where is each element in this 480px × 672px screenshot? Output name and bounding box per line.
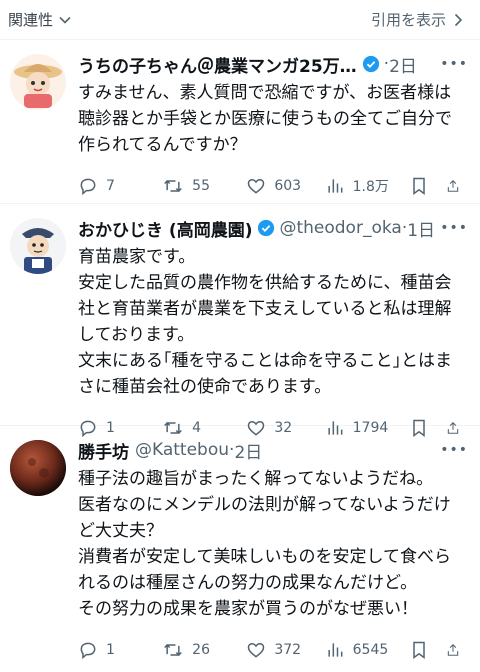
like-count: 372 xyxy=(274,642,302,658)
avatar-illustration xyxy=(10,218,66,274)
reply-tweet[interactable]: うちの子ちゃん＠農業マンガ25万… · 2日 ••• すみません、素人質問で恐縮… xyxy=(0,40,480,204)
timestamp[interactable]: 1日 xyxy=(407,216,435,241)
action-bar: 7 55 603 1.8万 xyxy=(78,164,468,208)
heart-icon xyxy=(248,642,265,658)
author-handle[interactable]: @theodor_oka xyxy=(279,218,401,238)
chevron-down-icon xyxy=(59,16,71,24)
heart-icon xyxy=(248,178,265,194)
like-button[interactable]: 372 xyxy=(246,640,324,660)
avatar[interactable] xyxy=(10,440,66,496)
author-name[interactable]: おかひじき (高岡農園) xyxy=(78,216,252,241)
more-options-icon[interactable]: ••• xyxy=(440,442,468,458)
tweet-text: 種子法の趣旨がまったく解ってないようだね。 医者なのにメンデルの法則が解ってない… xyxy=(78,469,451,619)
bookmark-button[interactable] xyxy=(409,176,446,196)
view-quotes-label: 引用を表示 xyxy=(370,11,446,29)
like-button[interactable]: 603 xyxy=(246,176,324,196)
reply-button[interactable]: 1 xyxy=(78,640,162,660)
reply-sort-bar: 関連性 引用を表示 xyxy=(0,0,480,40)
share-button[interactable] xyxy=(446,640,468,660)
share-icon xyxy=(447,180,459,192)
share-icon xyxy=(447,644,459,656)
reply-button[interactable]: 7 xyxy=(78,176,162,196)
repost-icon xyxy=(164,643,183,657)
bookmark-button[interactable] xyxy=(409,640,446,660)
avatar[interactable] xyxy=(10,218,66,274)
views-chart-icon xyxy=(328,179,343,193)
author-handle[interactable]: @Kattebou xyxy=(135,440,229,460)
repost-icon xyxy=(164,179,183,193)
more-options-icon[interactable]: ••• xyxy=(440,56,468,72)
views-button[interactable]: 1.8万 xyxy=(325,176,409,196)
views-button[interactable]: 6545 xyxy=(325,640,409,660)
tweet-text: すみません、素人質問で恐縮ですが、お医者様は 聴診器とか手袋とか医療に使うもの全… xyxy=(78,83,452,155)
more-options-icon[interactable]: ••• xyxy=(440,220,468,236)
timestamp[interactable]: 2日 xyxy=(389,52,417,77)
reply-tweet[interactable]: おかひじき (高岡農園) @theodor_oka · 1日 ••• 育苗農家で… xyxy=(0,204,480,438)
sort-relevance-dropdown[interactable]: 関連性 xyxy=(8,9,73,30)
author-name[interactable]: うちの子ちゃん＠農業マンガ25万… xyxy=(78,52,357,77)
avatar-illustration xyxy=(14,64,62,108)
timestamp[interactable]: 2日 xyxy=(234,438,262,463)
avatar[interactable] xyxy=(10,54,66,110)
reply-icon xyxy=(80,178,96,196)
author-name[interactable]: 勝手坊 xyxy=(78,438,129,463)
verified-badge-icon xyxy=(362,55,380,73)
sort-label: 関連性 xyxy=(8,11,54,29)
view-count: 6545 xyxy=(352,642,389,658)
views-chart-icon xyxy=(328,643,343,657)
chevron-right-icon xyxy=(454,13,463,26)
bookmark-icon xyxy=(413,177,425,195)
reply-tweet[interactable]: 勝手坊 @Kattebou · 2日 ••• 種子法の趣旨がまったく解ってないよ… xyxy=(0,426,480,660)
verified-badge-icon xyxy=(257,219,275,237)
repost-button[interactable]: 55 xyxy=(162,176,246,196)
repost-button[interactable]: 26 xyxy=(162,640,246,660)
reply-icon xyxy=(80,642,96,660)
repost-count: 26 xyxy=(192,642,210,658)
repost-count: 55 xyxy=(192,178,210,194)
view-quotes-link[interactable]: 引用を表示 xyxy=(371,9,466,30)
reply-count: 1 xyxy=(106,642,115,658)
share-button[interactable] xyxy=(446,176,468,196)
view-count: 1.8万 xyxy=(352,179,389,195)
avatar-illustration xyxy=(10,440,66,496)
tweet-text: 育苗農家です。 安定した品質の農作物を供給するために、種苗会 社と育苗業者が農業… xyxy=(78,247,452,397)
bookmark-icon xyxy=(413,641,425,659)
like-count: 603 xyxy=(274,178,302,194)
action-bar: 1 26 372 6545 xyxy=(78,628,468,672)
reply-count: 7 xyxy=(106,178,115,194)
